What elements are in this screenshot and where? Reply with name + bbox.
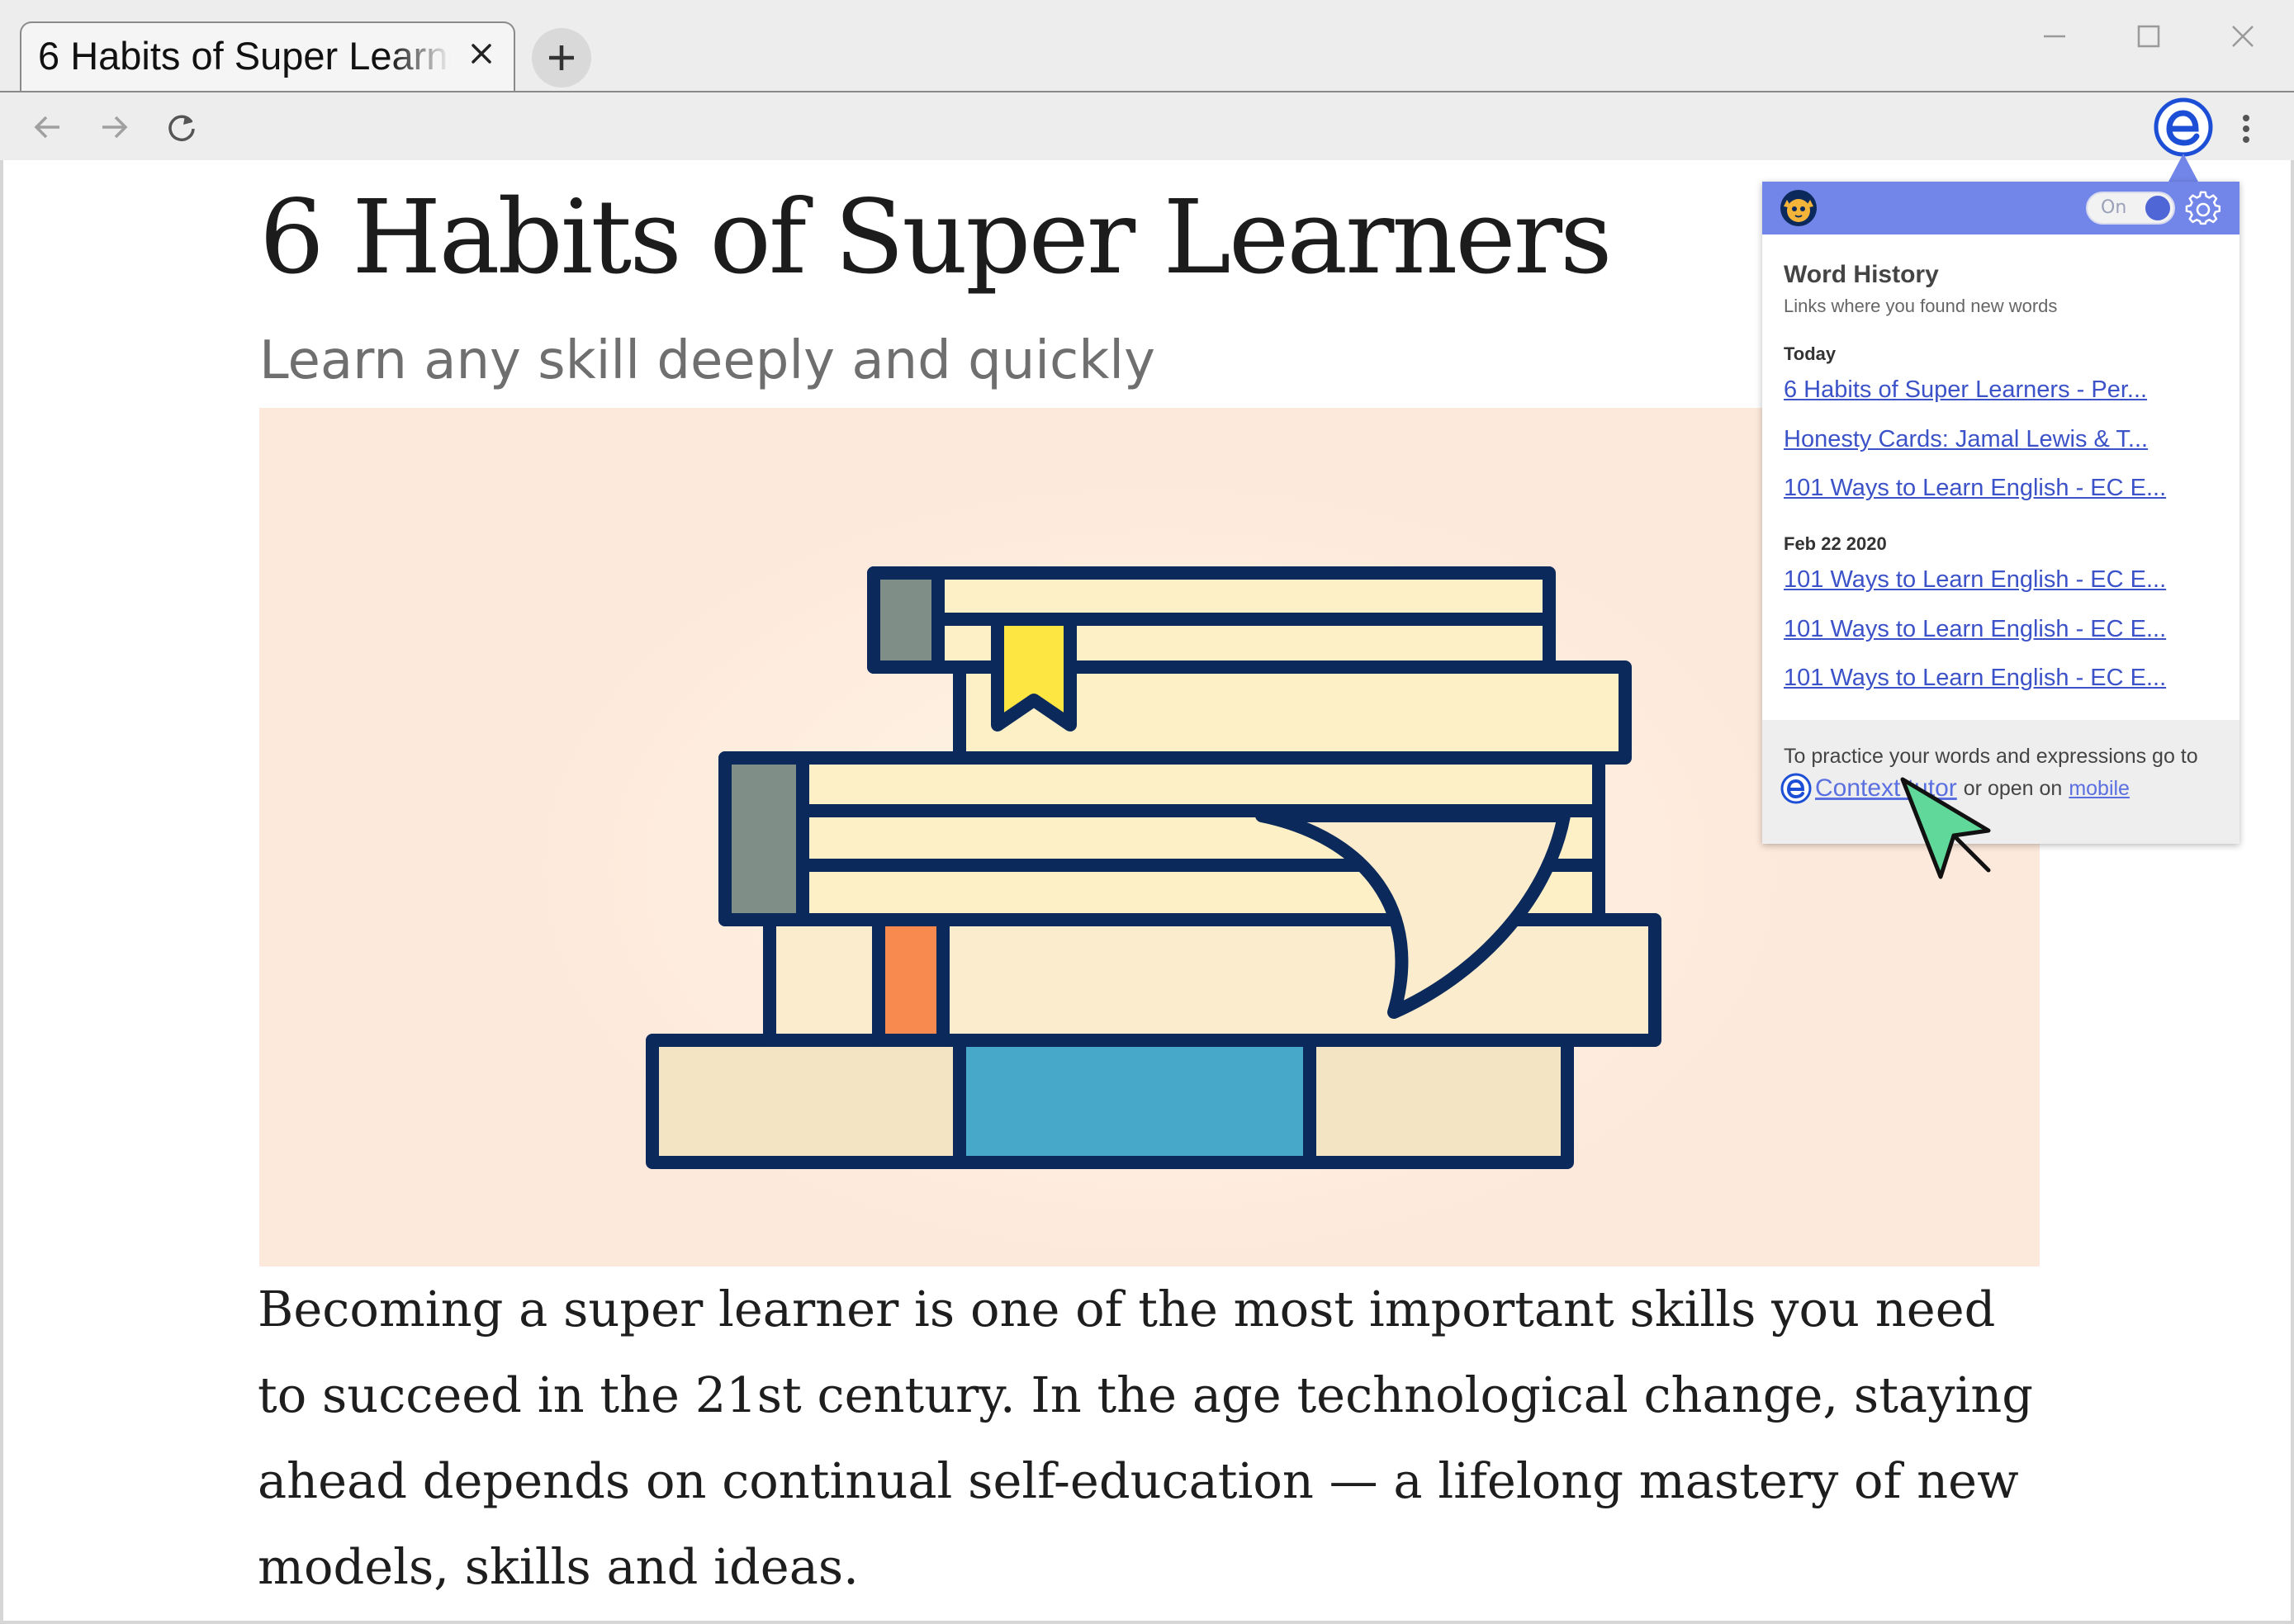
e-logo-icon[interactable] bbox=[2154, 97, 2213, 157]
group-label-today: Today bbox=[1784, 343, 1837, 364]
toggle-knob bbox=[2145, 196, 2170, 220]
browser-toolbar bbox=[0, 91, 2294, 160]
forward-arrow-icon[interactable] bbox=[91, 104, 137, 150]
word-history-subtitle: Links where you found new words bbox=[1784, 296, 2058, 316]
gear-icon[interactable] bbox=[2185, 190, 2221, 226]
on-off-toggle[interactable]: On bbox=[2086, 192, 2175, 225]
popup-pointer bbox=[2168, 154, 2198, 182]
mobile-link[interactable]: mobile bbox=[2069, 777, 2130, 801]
mascot-avatar-icon bbox=[1779, 188, 1818, 228]
vertical-dots-icon[interactable] bbox=[2230, 107, 2263, 150]
reload-icon[interactable] bbox=[159, 104, 205, 150]
history-link[interactable]: 101 Ways to Learn English - EC E... bbox=[1784, 665, 2230, 692]
toggle-label: On bbox=[2101, 197, 2127, 218]
back-arrow-icon[interactable] bbox=[25, 104, 71, 150]
close-icon[interactable] bbox=[467, 40, 495, 68]
close-icon[interactable] bbox=[2218, 12, 2268, 61]
browser-titlebar: 6 Habits of Super Learners bbox=[0, 0, 2294, 94]
tab-title: 6 Habits of Super Learners bbox=[38, 34, 451, 78]
article-subtitle: Learn any skill deeply and quickly bbox=[259, 330, 1155, 391]
history-link[interactable]: 101 Ways to Learn English - EC E... bbox=[1784, 475, 2230, 502]
word-history-popup: On Word History Links where you found ne… bbox=[1762, 182, 2239, 844]
footer-text: To practice your words and expressions g… bbox=[1784, 745, 2198, 768]
e-logo-icon bbox=[1780, 773, 1812, 804]
history-link[interactable]: 6 Habits of Super Learners - Per... bbox=[1784, 376, 2230, 404]
article-title: 6 Habits of Super Learners bbox=[259, 178, 1613, 297]
history-link[interactable]: 101 Ways to Learn English - EC E... bbox=[1784, 566, 2230, 594]
mouse-cursor-icon bbox=[1899, 776, 1998, 883]
history-link[interactable]: 101 Ways to Learn English - EC E... bbox=[1784, 616, 2230, 643]
maximize-icon[interactable] bbox=[2124, 12, 2173, 61]
browser-tab[interactable]: 6 Habits of Super Learners bbox=[20, 21, 515, 94]
article-body: Becoming a super learner is one of the m… bbox=[258, 1281, 2034, 1595]
popup-header: On bbox=[1762, 182, 2239, 234]
word-history-title: Word History bbox=[1784, 261, 1939, 288]
popup-footer: To practice your words and expressions g… bbox=[1762, 720, 2239, 844]
history-link[interactable]: Honesty Cards: Jamal Lewis & T... bbox=[1784, 426, 2230, 453]
group-label-feb-22-2020: Feb 22 2020 bbox=[1784, 533, 1887, 554]
plus-icon bbox=[549, 45, 574, 70]
minimize-icon[interactable] bbox=[2030, 12, 2079, 61]
new-tab-button[interactable] bbox=[532, 28, 591, 88]
